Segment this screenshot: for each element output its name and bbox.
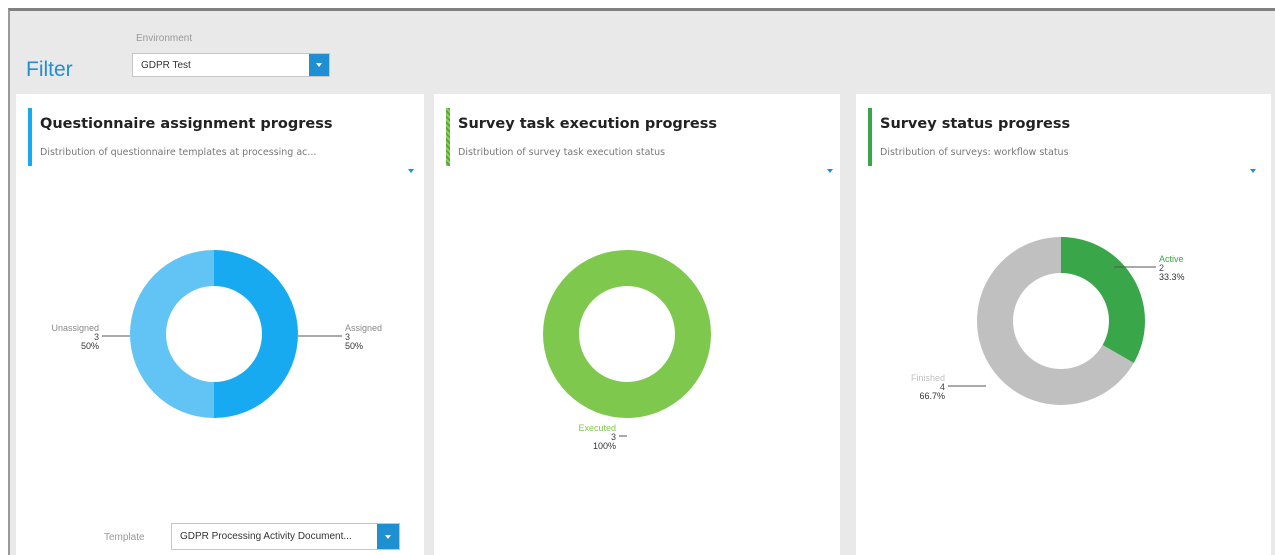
unassigned-data-label: Unassigned350% xyxy=(51,323,130,351)
survey-status-donut-chart: Active233.3%Finished466.7% xyxy=(911,237,1185,405)
dashboard: Filter Environment GDPR Test Questionnai… xyxy=(8,8,1275,555)
chevron-down-icon[interactable] xyxy=(377,524,399,549)
unassigned-slice[interactable] xyxy=(130,250,214,418)
questionnaire-assignment-donut-chart: Assigned350% Unassigned350% xyxy=(51,250,382,418)
assigned-data-label: Assigned350% xyxy=(298,323,382,351)
chevron-down-icon[interactable] xyxy=(309,54,329,76)
questionnaire-assignment-card: Questionnaire assignment progress Distri… xyxy=(16,94,424,555)
label-percent: 66.7% xyxy=(919,391,945,401)
label-percent: 50% xyxy=(81,341,99,351)
assigned-slice[interactable] xyxy=(214,250,298,418)
label-percent: 33.3% xyxy=(1159,272,1185,282)
environment-label: Environment xyxy=(136,33,193,44)
survey-task-execution-card: Survey task execution progress Distribut… xyxy=(434,94,840,555)
environment-select[interactable]: GDPR Test xyxy=(132,53,330,77)
finished-data-label: Finished466.7% xyxy=(911,373,986,401)
template-label: Template xyxy=(104,532,145,543)
label-name: Assigned xyxy=(345,323,382,333)
template-select-value: GDPR Processing Activity Document... xyxy=(180,531,352,542)
template-select[interactable]: GDPR Processing Activity Document... xyxy=(171,523,400,550)
filter-bar: Filter Environment GDPR Test xyxy=(10,11,1275,96)
executed-slice[interactable] xyxy=(543,250,711,418)
active-slice[interactable] xyxy=(1061,237,1145,363)
label-percent: 50% xyxy=(345,341,363,351)
survey-status-card: Survey status progress Distribution of s… xyxy=(856,94,1271,555)
executed-data-label: Executed3100% xyxy=(578,423,627,451)
label-percent: 100% xyxy=(593,441,616,451)
environment-select-value: GDPR Test xyxy=(141,59,191,71)
label-name: Unassigned xyxy=(51,323,99,333)
survey-task-execution-donut-chart: Executed3100% xyxy=(543,250,711,451)
filter-title: Filter xyxy=(26,58,73,81)
